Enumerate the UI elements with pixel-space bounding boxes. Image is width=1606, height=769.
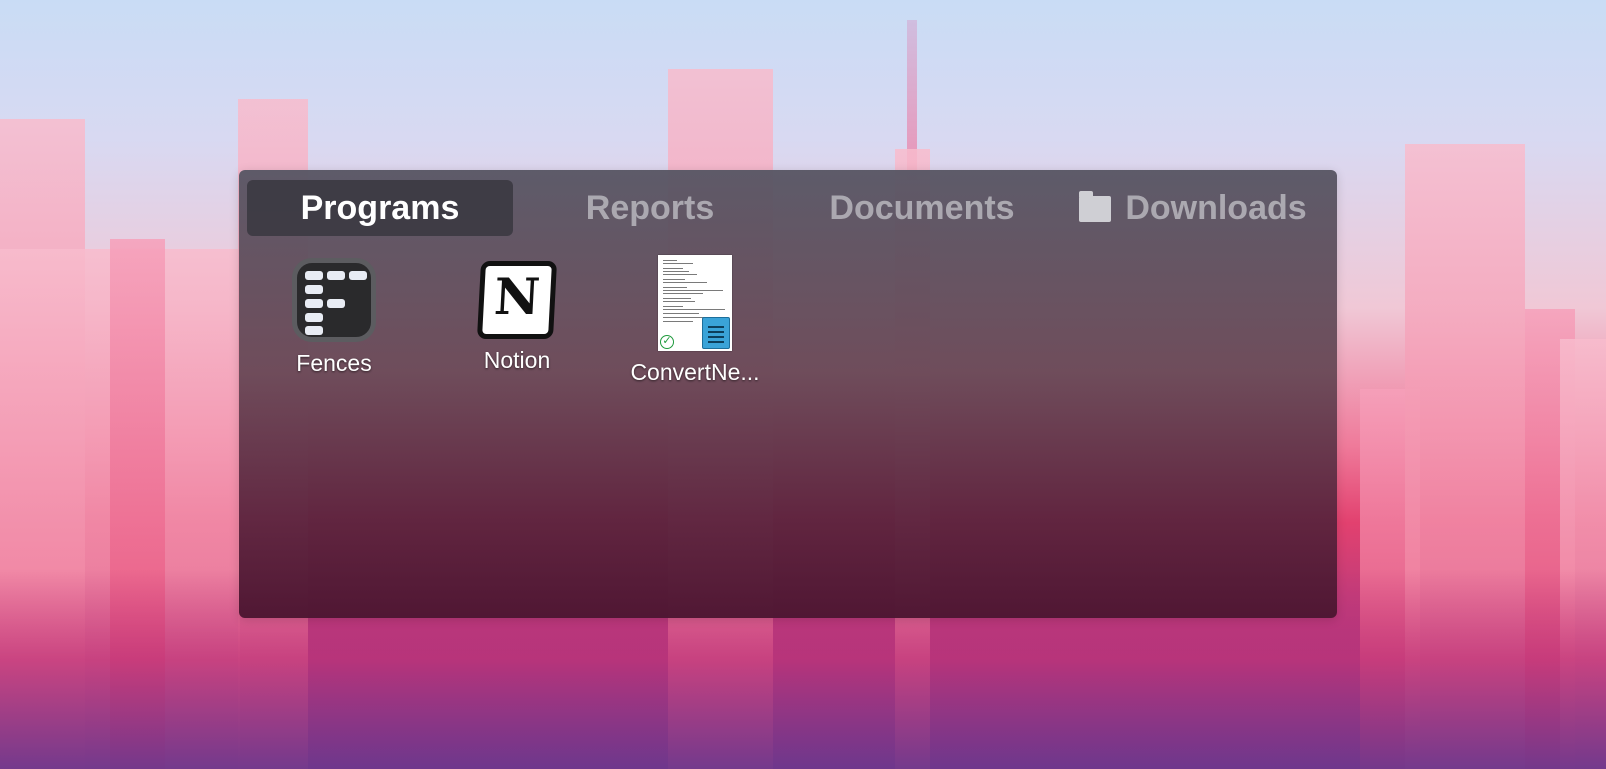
tab-downloads[interactable]: Downloads	[1057, 180, 1329, 236]
fence-tab-bar: Programs Reports Documents Downloads	[247, 180, 1329, 236]
tab-label: Programs	[300, 188, 460, 227]
sync-check-icon: ✓	[660, 335, 674, 349]
tab-reports[interactable]: Reports	[513, 180, 787, 236]
tab-label: Reports	[585, 188, 715, 227]
desktop-item-fences[interactable]: Fences	[259, 258, 409, 377]
desktop-item-notion[interactable]: N Notion	[442, 261, 592, 374]
tab-label: Downloads	[1125, 188, 1307, 227]
item-label: ConvertNe...	[630, 359, 760, 385]
desktop-item-document[interactable]: ✓ ConvertNe...	[620, 255, 770, 386]
fences-app-icon	[292, 258, 376, 342]
notion-app-icon: N	[476, 261, 558, 339]
tab-programs[interactable]: Programs	[247, 180, 513, 236]
item-label: Fences	[296, 350, 372, 376]
fence-panel: Programs Reports Documents Downloads Fen…	[239, 170, 1337, 618]
tab-documents[interactable]: Documents	[787, 180, 1057, 236]
text-document-thumbnail-icon: ✓	[658, 255, 732, 351]
folder-icon	[1079, 191, 1112, 222]
item-label: Notion	[483, 347, 551, 373]
tab-label: Documents	[829, 188, 1015, 227]
notepad-icon	[702, 317, 730, 349]
